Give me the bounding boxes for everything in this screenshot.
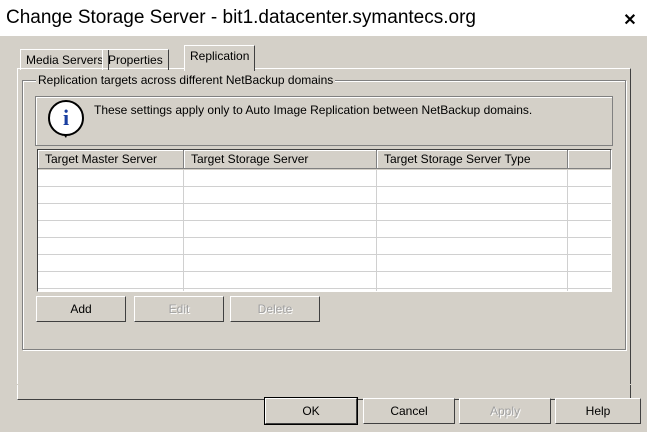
tab-label: Media Servers	[26, 53, 104, 67]
info-icon: i	[48, 100, 84, 136]
tab-replication[interactable]: Replication	[184, 45, 256, 71]
info-text: These settings apply only to Auto Image …	[94, 103, 533, 117]
title-bar[interactable]: Change Storage Server - bit1.datacenter.…	[0, 0, 647, 36]
tab-label: Replication	[190, 49, 250, 63]
help-button[interactable]: Help	[555, 398, 641, 424]
column-header-target-storage-server[interactable]: Target Storage Server	[184, 150, 377, 169]
table-row[interactable]	[38, 255, 611, 272]
table-row[interactable]	[38, 272, 611, 289]
close-icon: ✕	[623, 12, 637, 29]
table-row[interactable]	[38, 221, 611, 238]
ok-button[interactable]: OK	[264, 397, 358, 425]
tab-media-servers[interactable]: Media Servers	[20, 49, 110, 70]
table-row[interactable]	[38, 170, 611, 187]
table-row[interactable]	[38, 204, 611, 221]
column-header-target-master-server[interactable]: Target Master Server	[38, 150, 184, 169]
column-header-label: Target Storage Server Type	[384, 152, 531, 166]
apply-button[interactable]: Apply	[459, 398, 551, 424]
cancel-button[interactable]: Cancel	[363, 398, 455, 424]
close-button[interactable]: ✕	[620, 12, 640, 30]
group-label: Replication targets across different Net…	[36, 73, 336, 87]
column-header-label: Target Storage Server	[191, 152, 309, 166]
window-title: Change Storage Server - bit1.datacenter.…	[6, 7, 476, 28]
table-header: Target Master Server Target Storage Serv…	[38, 150, 611, 170]
tab-label: Properties	[108, 53, 163, 67]
column-header-extra[interactable]	[568, 150, 611, 169]
add-button[interactable]: Add	[36, 296, 126, 322]
change-storage-server-dialog: Change Storage Server - bit1.datacenter.…	[0, 0, 647, 432]
delete-button[interactable]: Delete	[230, 296, 320, 322]
tab-properties[interactable]: Properties	[102, 49, 169, 70]
replication-targets-table[interactable]: Target Master Server Target Storage Serv…	[37, 149, 612, 292]
table-row[interactable]	[38, 187, 611, 204]
column-header-label: Target Master Server	[45, 152, 158, 166]
column-header-target-storage-server-type[interactable]: Target Storage Server Type	[377, 150, 568, 169]
bottom-separator	[0, 384, 647, 385]
table-row[interactable]	[38, 238, 611, 255]
edit-button[interactable]: Edit	[134, 296, 224, 322]
